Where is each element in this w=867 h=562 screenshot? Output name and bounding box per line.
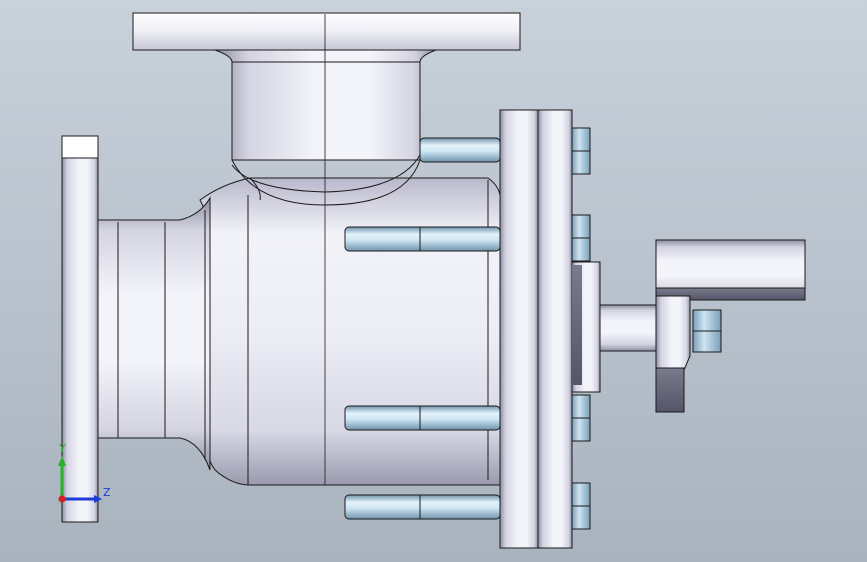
left-flange-top-face [61,135,99,159]
gland-shadow [572,265,582,385]
y-axis-label: Y [58,442,66,455]
stud-bolt[interactable] [344,226,501,252]
graphics-viewport[interactable]: Y Z [0,0,867,562]
stud-bolt[interactable] [344,494,501,520]
valve-stem[interactable] [599,304,657,352]
z-axis-label: Z [103,486,111,499]
model-view[interactable]: Y Z [0,0,867,562]
valve-body[interactable] [199,177,501,486]
stud-bolt[interactable] [344,405,501,431]
valve-neck[interactable] [214,49,437,161]
top-flange[interactable] [132,12,521,51]
stud-bolt[interactable] [419,137,501,163]
bonnet-flange[interactable] [537,109,573,549]
handle-boss-shadow [655,367,685,413]
origin-point [58,495,66,503]
left-flange[interactable] [61,135,99,523]
left-hub[interactable] [97,196,211,471]
body-flange[interactable] [499,109,539,549]
